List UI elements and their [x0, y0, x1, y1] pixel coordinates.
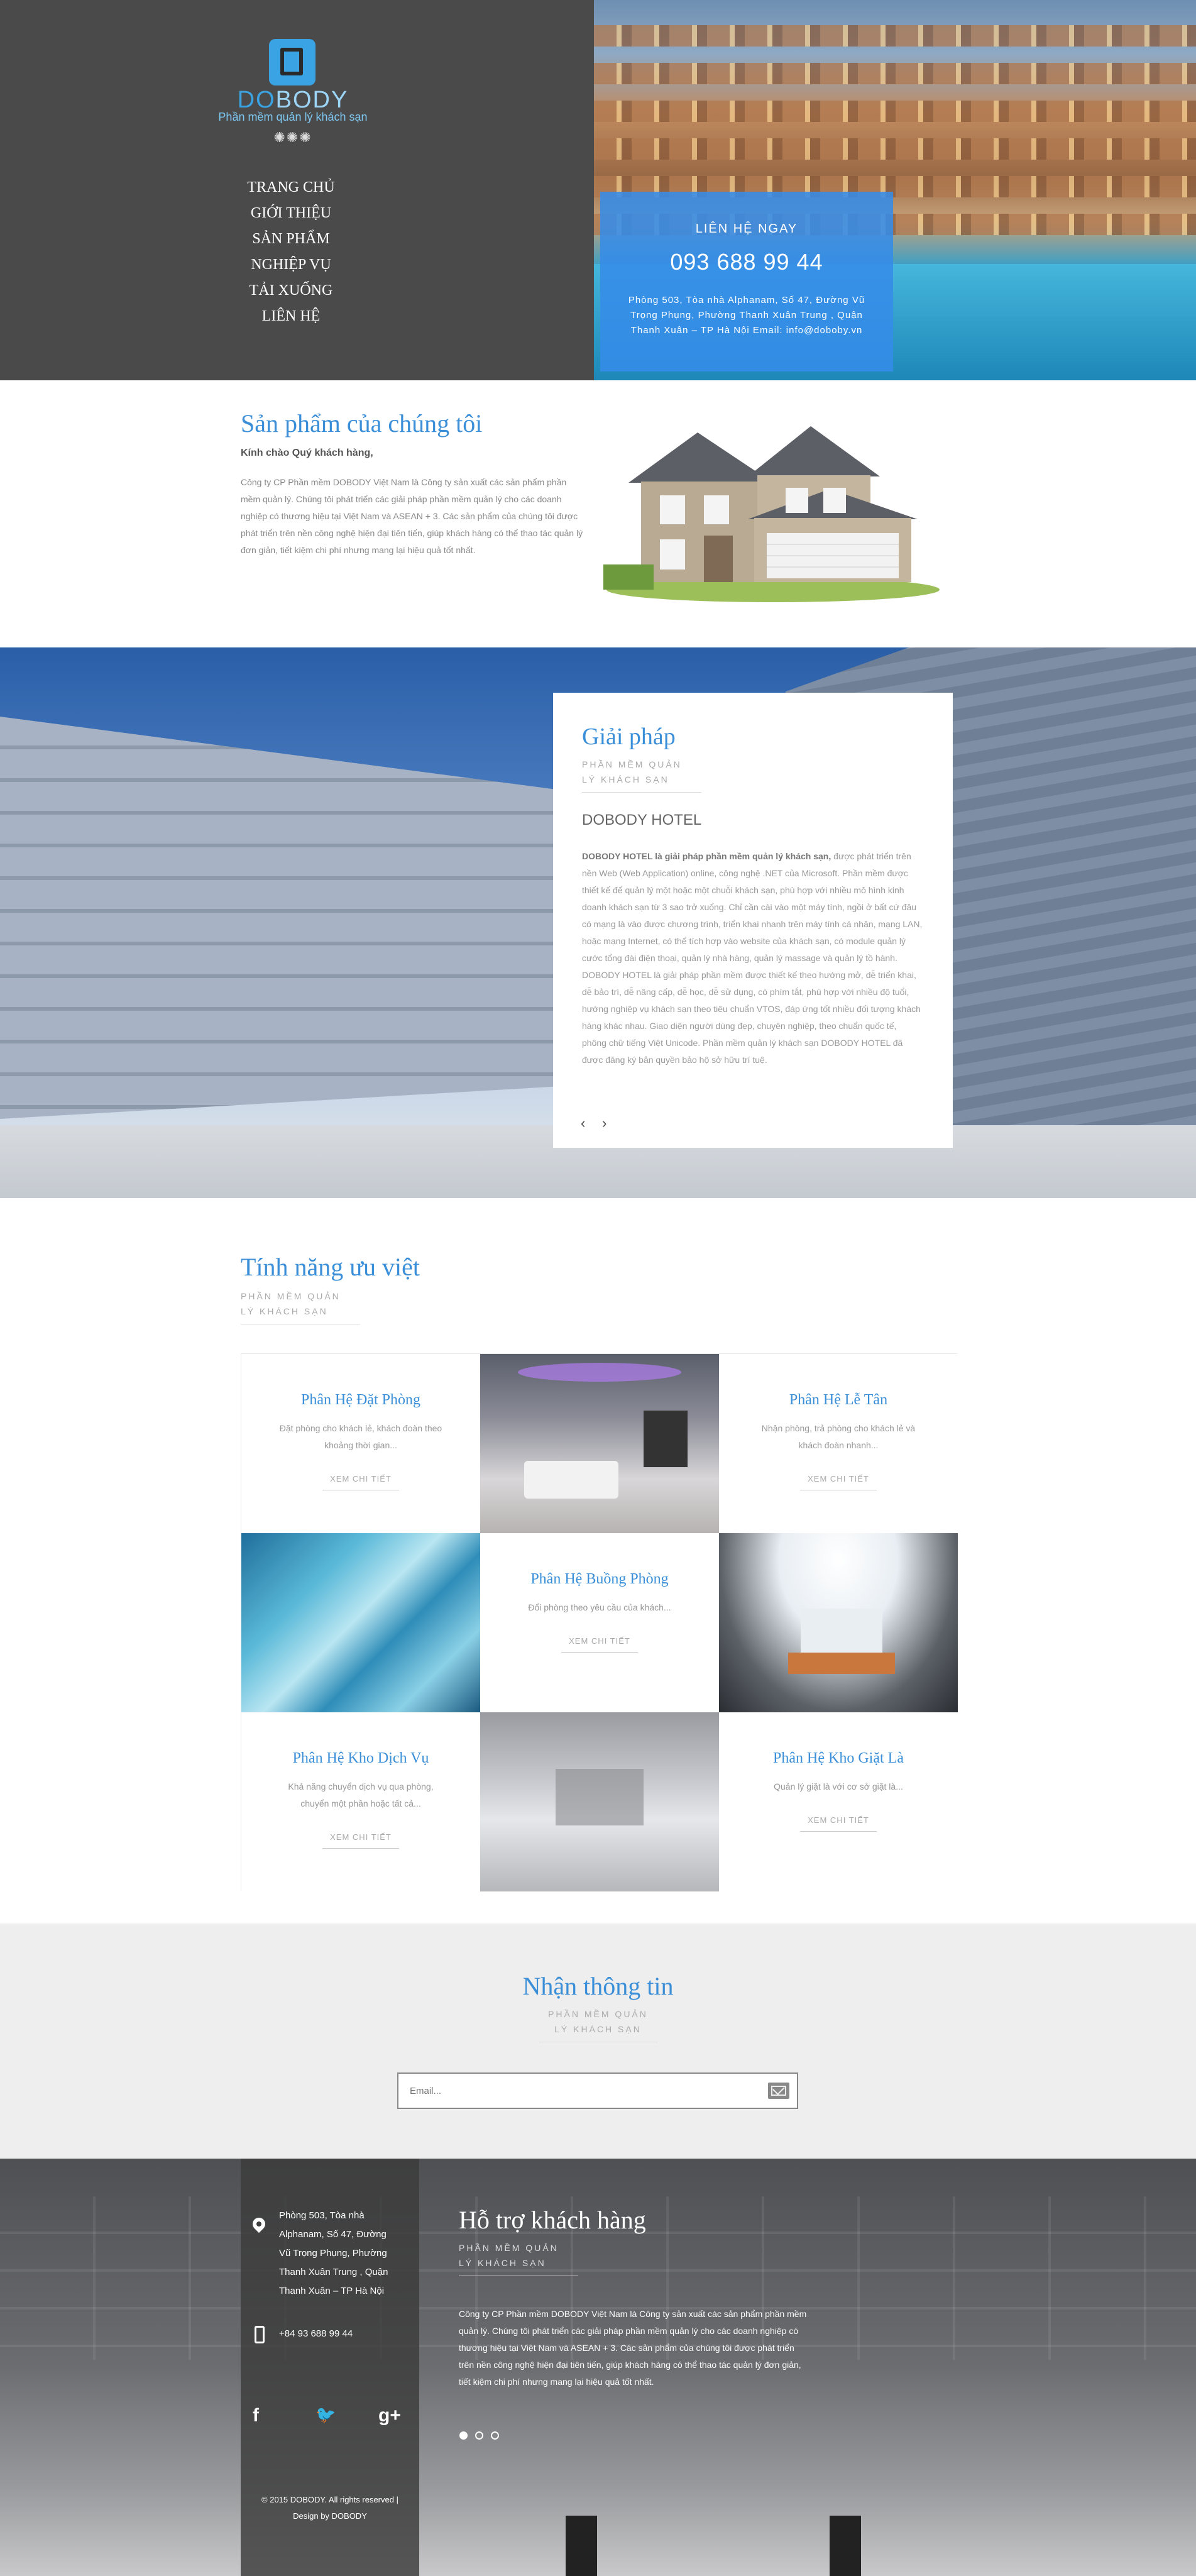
newsletter-sub-line2: LÝ KHÁCH SẠN [554, 2024, 642, 2034]
view-detail-button[interactable]: XEM CHI TIẾT [800, 1474, 877, 1490]
mail-send-icon[interactable] [768, 2083, 789, 2099]
support-subtitle: PHẦN MỀM QUẢN LÝ KHÁCH SẠN [459, 2240, 578, 2276]
ornament-icon: ✺✺✺ [273, 129, 312, 145]
twitter-icon[interactable]: 🐦 [315, 2405, 336, 2425]
feature-title[interactable]: Phân Hệ Kho Giặt Là [719, 1750, 958, 1767]
feature-card-service-store: Phân Hệ Kho Dịch Vụ Khả năng chuyển dịch… [241, 1712, 480, 1891]
feature-card-booking: Phân Hệ Đặt Phòng Đặt phòng cho khách lẻ… [241, 1354, 480, 1533]
copyright-line: Design by DOBODY [293, 2511, 367, 2521]
copyright-line: © 2015 DOBODY. All rights reserved | [261, 2495, 398, 2504]
nav-item-home[interactable]: TRANG CHỦ [207, 175, 375, 201]
feature-card-housekeeping: Phân Hệ Buồng Phòng Đổi phòng theo yêu c… [480, 1533, 719, 1712]
solution-slider-arrows: ‹ › [581, 1115, 623, 1131]
products-greeting: Kính chào Quý khách hàng, [241, 448, 373, 458]
feature-card-reception: Phân Hệ Lễ Tân Nhận phòng, trả phòng cho… [719, 1354, 958, 1533]
solution-lead: DOBODY HOTEL là giải pháp phần mềm quản … [582, 851, 831, 861]
features-grid: Phân Hệ Đặt Phòng Đặt phòng cho khách lẻ… [241, 1353, 958, 1891]
view-detail-button[interactable]: XEM CHI TIẾT [322, 1832, 399, 1849]
footer-address: Phòng 503, Tòa nhà Alphanam, Số 47, Đườn… [279, 2206, 411, 2301]
logo-icon[interactable] [269, 39, 315, 85]
feature-desc: Nhận phòng, trả phòng cho khách lẻ và kh… [761, 1423, 916, 1450]
slider-dot-active[interactable] [459, 2431, 468, 2440]
house-image [603, 426, 940, 602]
logo-body: BODY [275, 87, 349, 113]
contact-title: LIÊN HỆ NGAY [695, 222, 798, 236]
support-text: Công ty CP Phần mềm DOBODY Việt Nam là C… [459, 2309, 807, 2387]
contact-address: Phòng 503, Tòa nhà Alphanam, Số 47, Đườn… [628, 295, 865, 336]
newsletter-title: Nhận thông tin [522, 1972, 674, 2000]
feature-card-laundry: Phân Hệ Kho Giặt Là Quản lý giặt là với … [719, 1712, 958, 1891]
footer-copyright: © 2015 DOBODY. All rights reserved | Des… [251, 2492, 409, 2524]
solution-sub-line2: LÝ KHÁCH SẠN [582, 774, 669, 784]
nav-item-download[interactable]: TẢI XUỐNG [207, 278, 375, 304]
feature-title[interactable]: Phân Hệ Kho Dịch Vụ [241, 1750, 480, 1767]
support-slider-dots [459, 2431, 507, 2443]
feature-title[interactable]: Phân Hệ Lễ Tân [719, 1392, 958, 1409]
newsletter-sub-line1: PHẦN MỀM QUẢN [548, 2009, 648, 2019]
feature-desc: Khả năng chuyển dịch vụ qua phòng, chuyể… [288, 1781, 434, 1808]
products-title: Sản phẩm của chúng tôi [241, 409, 483, 438]
products-description: Công ty CP Phần mềm DOBODY Việt Nam là C… [241, 477, 583, 555]
nav-item-products[interactable]: SẢN PHẨM [207, 226, 375, 252]
solution-subtitle: PHẦN MỀM QUẢN LÝ KHÁCH SẠN [582, 757, 923, 793]
address-line: Alphanam, Số 47, Đường [279, 2229, 387, 2240]
support-sub-line1: PHẦN MỀM QUẢN [459, 2243, 559, 2253]
background-wall-left [0, 717, 553, 1119]
solution-text: DOBODY HOTEL là giải pháp phần mềm quản … [582, 848, 923, 1069]
logo-tagline: Phần mềm quản lý khách sạn [218, 111, 368, 123]
feature-image-lobby [719, 1533, 958, 1712]
features-title: Tính năng ưu việt [241, 1253, 420, 1281]
slider-dot[interactable] [491, 2431, 499, 2440]
phone-icon [255, 2326, 265, 2343]
footer-phone[interactable]: +84 93 688 99 44 [279, 2325, 353, 2343]
google-plus-icon[interactable]: g+ [378, 2405, 401, 2426]
solution-product-name: DOBODY HOTEL [582, 812, 702, 828]
feature-image-glass-building [241, 1533, 480, 1712]
newsletter-form [397, 2072, 798, 2109]
view-detail-button[interactable]: XEM CHI TIẾT [561, 1636, 638, 1653]
contact-phone[interactable]: 093 688 99 44 [600, 249, 893, 275]
support-title: Hỗ trợ khách hàng [459, 2206, 646, 2234]
contact-box: LIÊN HỆ NGAY 093 688 99 44 Phòng 503, Tò… [600, 192, 893, 372]
main-nav: TRANG CHỦ GIỚI THIỆU SẢN PHẨM NGHIỆP VỤ … [207, 175, 375, 329]
logo-do: DO [237, 87, 276, 113]
address-line: Thanh Xuân – TP Hà Nội [279, 2286, 385, 2296]
view-detail-button[interactable]: XEM CHI TIẾT [322, 1474, 399, 1490]
feature-desc: Đặt phòng cho khách lẻ, khách đoàn theo … [279, 1423, 442, 1450]
feature-title[interactable]: Phân Hệ Buồng Phòng [480, 1571, 719, 1588]
solution-card: Giải pháp PHẦN MỀM QUẢN LÝ KHÁCH SẠN DOB… [553, 693, 953, 1148]
facebook-icon[interactable]: f [253, 2405, 259, 2426]
newsletter-subtitle: PHẦN MỀM QUẢN LÝ KHÁCH SẠN [0, 2006, 1196, 2042]
nav-item-contact[interactable]: LIÊN HỆ [207, 304, 375, 329]
address-line: Thanh Xuân Trung , Quận [279, 2267, 388, 2277]
feature-image-empty-hall [480, 1712, 719, 1891]
feature-title[interactable]: Phân Hệ Đặt Phòng [241, 1392, 480, 1409]
feature-desc: Đổi phòng theo yêu cầu của khách... [528, 1602, 671, 1612]
hero-section: DOBODY Phần mềm quản lý khách sạn ✺✺✺ TR… [0, 0, 1196, 380]
features-sub-line1: PHẦN MỀM QUẢN [241, 1291, 341, 1301]
address-line: Vũ Trọng Phụng, Phường [279, 2248, 387, 2259]
feature-image-living-room [480, 1354, 719, 1533]
address-line: Phòng 503, Tòa nhà [279, 2210, 365, 2221]
solution-body: được phát triển trên nền Web (Web Applic… [582, 851, 923, 1065]
slider-dot[interactable] [475, 2431, 483, 2440]
view-detail-button[interactable]: XEM CHI TIẾT [800, 1815, 877, 1832]
chevron-right-icon[interactable]: › [602, 1115, 623, 1131]
solution-title: Giải pháp [582, 724, 676, 750]
chevron-left-icon[interactable]: ‹ [581, 1115, 602, 1131]
email-input[interactable] [398, 2074, 757, 2108]
divider [582, 792, 701, 793]
logo-wordmark[interactable]: DOBODY [220, 87, 366, 114]
nav-item-about[interactable]: GIỚI THIỆU [207, 201, 375, 226]
features-subtitle: PHẦN MỀM QUẢN LÝ KHÁCH SẠN [241, 1289, 360, 1324]
nav-item-business[interactable]: NGHIỆP VỤ [207, 252, 375, 278]
features-sub-line2: LÝ KHÁCH SẠN [241, 1306, 328, 1316]
support-sub-line2: LÝ KHÁCH SẠN [459, 2258, 546, 2268]
feature-desc: Quản lý giặt là với cơ sở giặt là... [774, 1781, 903, 1792]
footer-background-doors [566, 2473, 861, 2576]
solution-sub-line1: PHẦN MỀM QUẢN [582, 759, 682, 769]
